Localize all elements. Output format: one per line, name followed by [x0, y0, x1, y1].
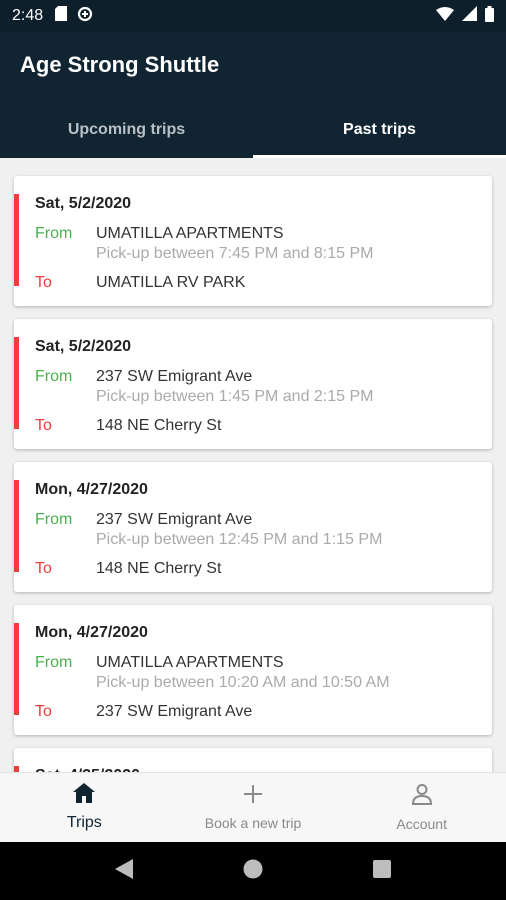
nav-book-trip[interactable]: Book a new trip: [169, 773, 338, 842]
to-address: 237 SW Emigrant Ave: [96, 703, 253, 720]
nav-book-trip-label: Book a new trip: [204, 815, 302, 831]
trip-accent-bar: [14, 480, 19, 572]
status-time: 2:48: [12, 7, 44, 24]
from-label: From: [35, 225, 73, 242]
trip-card[interactable]: Sat, 5/2/2020 From 237 SW Emigrant Ave P…: [14, 319, 492, 449]
trip-card[interactable]: Mon, 4/27/2020 From UMATILLA APARTMENTS …: [14, 605, 492, 735]
pickup-window: Pick-up between 1:45 PM and 2:15 PM: [96, 388, 374, 405]
trip-date: Sat, 5/2/2020: [35, 338, 132, 355]
from-address: 237 SW Emigrant Ave: [96, 511, 253, 528]
system-nav-bar: [0, 842, 506, 900]
home-icon: [73, 783, 96, 808]
nav-trips-label: Trips: [66, 814, 102, 831]
from-address: UMATILLA APARTMENTS: [96, 654, 284, 671]
trip-list-container[interactable]: Sat, 5/2/2020 From UMATILLA APARTMENTS P…: [0, 158, 506, 772]
app-bar: Age Strong Shuttle Upcoming trips Past t…: [0, 32, 506, 158]
trip-date: Sat, 5/2/2020: [35, 195, 132, 212]
trip-card[interactable]: Sat, 5/2/2020 From UMATILLA APARTMENTS P…: [14, 176, 492, 306]
tab-bar: Upcoming trips Past trips: [0, 102, 506, 158]
nav-trips[interactable]: Trips: [0, 773, 169, 842]
trip-date: Mon, 4/27/2020: [35, 481, 148, 498]
app-title: Age Strong Shuttle: [20, 52, 220, 77]
pickup-window: Pick-up between 12:45 PM and 1:15 PM: [96, 531, 383, 548]
person-icon: [411, 783, 433, 810]
battery-icon: [485, 5, 494, 27]
from-label: From: [35, 654, 73, 671]
pickup-window: Pick-up between 7:45 PM and 8:15 PM: [96, 245, 374, 262]
pickup-window: Pick-up between 10:20 AM and 10:50 AM: [96, 674, 390, 691]
trip-accent-bar: [14, 194, 19, 286]
from-address: UMATILLA APARTMENTS: [96, 225, 284, 242]
cell-signal-icon: [462, 6, 477, 26]
to-label: To: [35, 703, 52, 720]
home-circle-icon[interactable]: [243, 859, 263, 884]
nav-account-label: Account: [396, 816, 447, 832]
tab-upcoming-trips[interactable]: Upcoming trips: [0, 102, 253, 158]
to-address: 148 NE Cherry St: [96, 417, 222, 434]
plus-icon: [243, 784, 263, 809]
bottom-nav: Trips Book a new trip Account: [0, 772, 506, 842]
sd-card-icon: [55, 6, 68, 26]
trip-date: Mon, 4/27/2020: [35, 624, 148, 641]
data-saver-icon: [77, 6, 93, 27]
tab-past-trips[interactable]: Past trips: [253, 102, 506, 158]
to-address: UMATILLA RV PARK: [96, 274, 246, 291]
nav-account[interactable]: Account: [337, 773, 506, 842]
trip-card[interactable]: Sat, 4/25/2020 From To: [14, 748, 492, 772]
back-icon[interactable]: [115, 858, 133, 884]
from-label: From: [35, 368, 73, 385]
from-label: From: [35, 511, 73, 528]
trip-card[interactable]: Mon, 4/27/2020 From 237 SW Emigrant Ave …: [14, 462, 492, 592]
status-bar: 2:48: [0, 0, 506, 32]
to-label: To: [35, 417, 52, 434]
recents-icon[interactable]: [373, 859, 391, 883]
from-address: 237 SW Emigrant Ave: [96, 368, 253, 385]
trip-list: Sat, 5/2/2020 From UMATILLA APARTMENTS P…: [0, 158, 506, 772]
wifi-icon: [436, 6, 454, 26]
to-label: To: [35, 560, 52, 577]
to-label: To: [35, 274, 52, 291]
trip-accent-bar: [14, 623, 19, 715]
to-address: 148 NE Cherry St: [96, 560, 222, 577]
trip-accent-bar: [14, 337, 19, 429]
